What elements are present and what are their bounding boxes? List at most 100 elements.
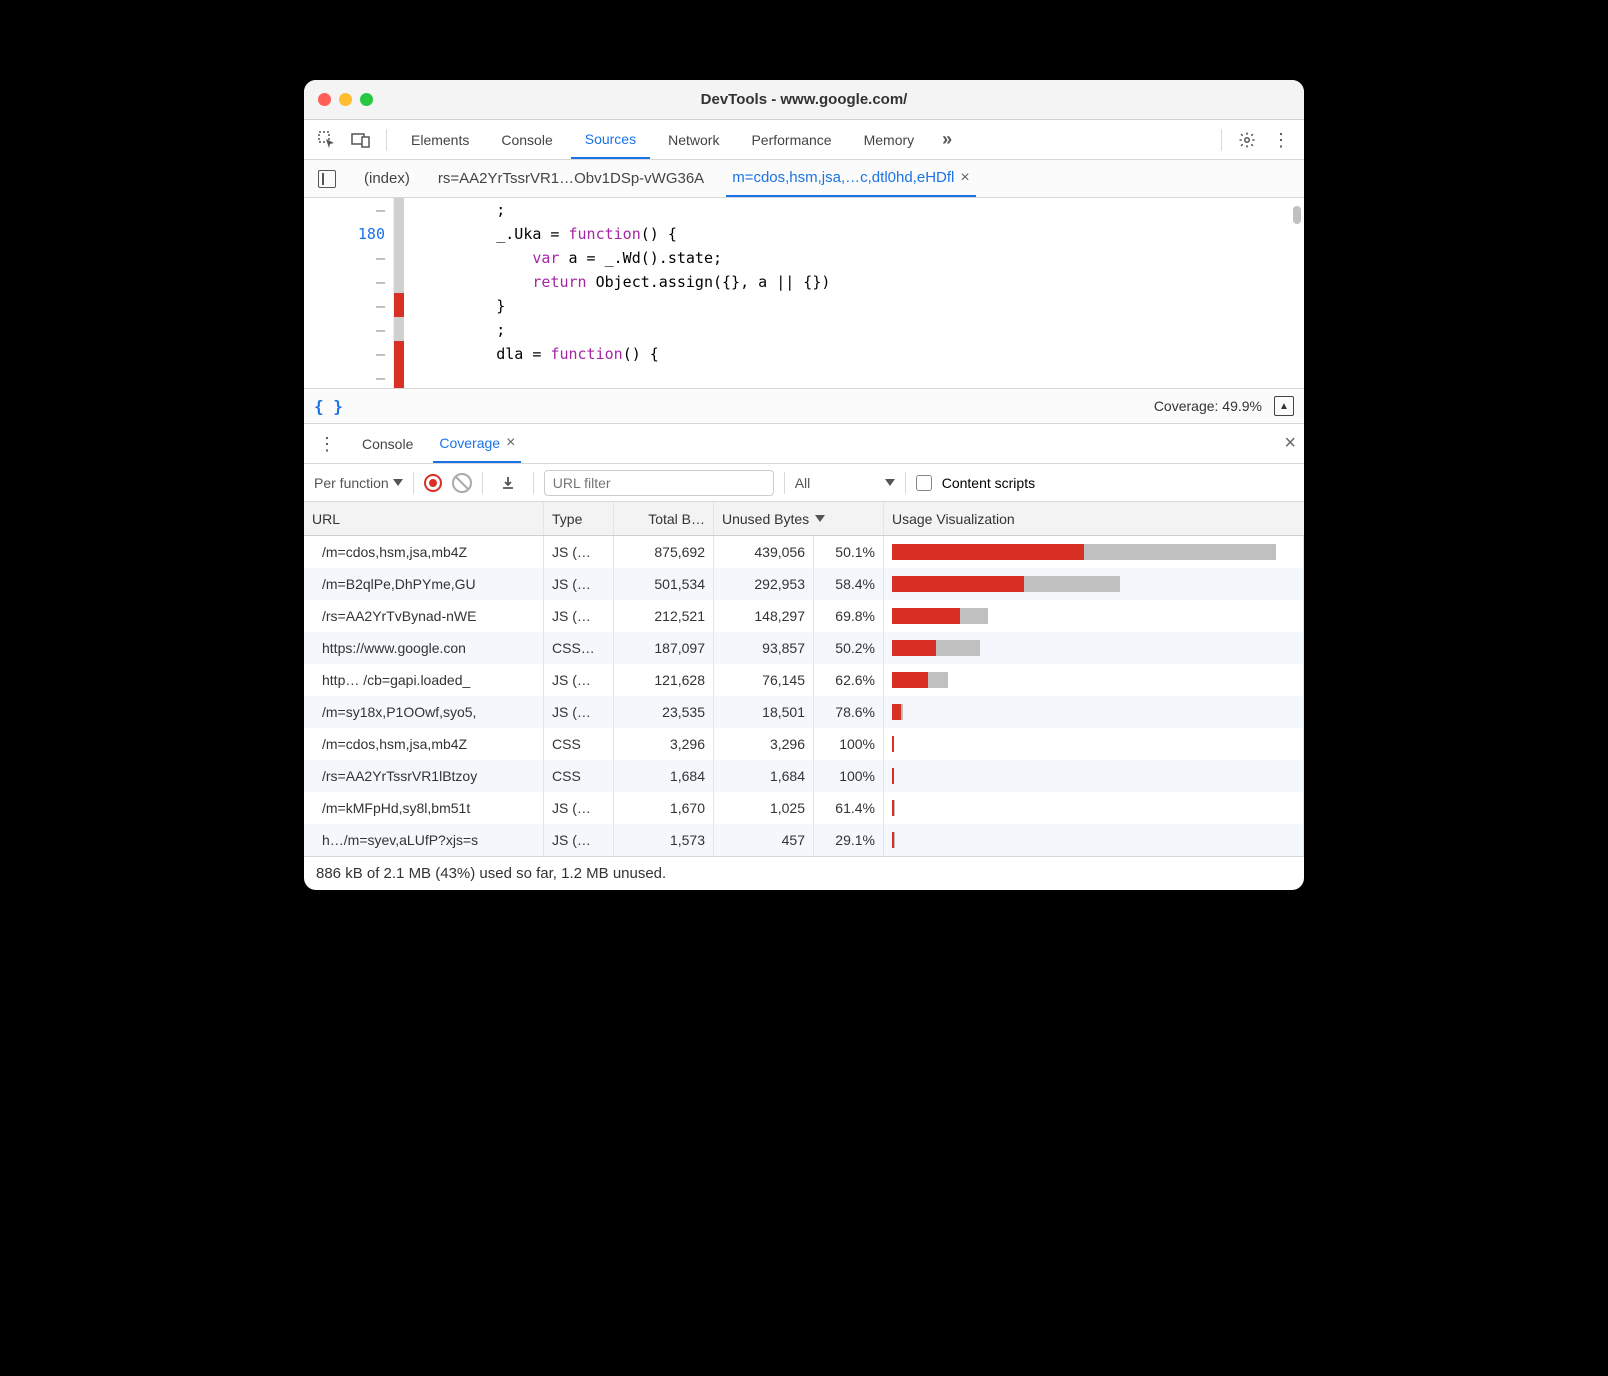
cell-unused: 292,953	[714, 568, 814, 600]
content-scripts-checkbox[interactable]	[916, 475, 932, 491]
th-total[interactable]: Total B…	[614, 502, 714, 535]
th-viz[interactable]: Usage Visualization	[884, 502, 1304, 535]
tab-memory[interactable]: Memory	[850, 120, 929, 159]
cell-viz	[884, 664, 1304, 696]
export-icon[interactable]	[496, 471, 520, 495]
cell-total: 1,670	[614, 792, 714, 824]
settings-gear-icon[interactable]	[1235, 128, 1259, 152]
cell-url: /m=sy18x,P1OOwf,syo5,	[304, 696, 544, 728]
close-window-icon[interactable]	[318, 93, 331, 106]
collapse-bottom-icon[interactable]: ▲	[1274, 396, 1294, 416]
table-row[interactable]: /m=cdos,hsm,jsa,mb4Z JS (… 875,692 439,0…	[304, 536, 1304, 568]
inspect-element-icon[interactable]	[315, 128, 339, 152]
close-drawer-tab-icon[interactable]: ×	[506, 434, 515, 452]
tab-network[interactable]: Network	[654, 120, 733, 159]
table-row[interactable]: https://www.google.con CSS… 187,097 93,8…	[304, 632, 1304, 664]
maximize-window-icon[interactable]	[360, 93, 373, 106]
record-icon[interactable]	[424, 474, 442, 492]
cell-unused: 148,297	[714, 600, 814, 632]
cell-total: 121,628	[614, 664, 714, 696]
th-url[interactable]: URL	[304, 502, 544, 535]
editor-status-bar: { } Coverage: 49.9% ▲	[304, 388, 1304, 424]
table-row[interactable]: /m=kMFpHd,sy8l,bm51t JS (… 1,670 1,025 6…	[304, 792, 1304, 824]
cell-url: https://www.google.con	[304, 632, 544, 664]
chevron-down-icon	[393, 479, 403, 486]
tab-elements[interactable]: Elements	[397, 120, 483, 159]
cell-total: 212,521	[614, 600, 714, 632]
pretty-print-icon[interactable]: { }	[314, 397, 343, 416]
drawer-tab-bar: ⋮ Console Coverage × ×	[304, 424, 1304, 464]
coverage-toolbar: Per function All Content scripts	[304, 464, 1304, 502]
table-row[interactable]: /m=cdos,hsm,jsa,mb4Z CSS 3,296 3,296 100…	[304, 728, 1304, 760]
cell-url: /m=kMFpHd,sy8l,bm51t	[304, 792, 544, 824]
cell-unused: 18,501	[714, 696, 814, 728]
cell-viz	[884, 728, 1304, 760]
cell-type: JS (…	[544, 536, 614, 568]
tab-performance[interactable]: Performance	[737, 120, 845, 159]
coverage-table-header: URL Type Total B… Unused Bytes Usage Vis…	[304, 502, 1304, 536]
cell-pct: 61.4%	[814, 792, 884, 824]
table-row[interactable]: h…/m=syev,aLUfP?xjs=s JS (… 1,573 457 29…	[304, 824, 1304, 856]
cell-url: /m=B2qlPe,DhPYme,GU	[304, 568, 544, 600]
cell-pct: 100%	[814, 728, 884, 760]
minimize-window-icon[interactable]	[339, 93, 352, 106]
scrollbar-thumb[interactable]	[1293, 206, 1301, 224]
url-filter-input[interactable]	[544, 470, 774, 496]
cell-total: 1,684	[614, 760, 714, 792]
more-tabs-icon[interactable]: »	[935, 128, 959, 152]
toggle-navigator-icon[interactable]	[315, 167, 339, 191]
th-unused[interactable]: Unused Bytes	[714, 502, 884, 535]
th-type[interactable]: Type	[544, 502, 614, 535]
more-options-icon[interactable]: ⋮	[1269, 128, 1293, 152]
type-filter-dropdown[interactable]: All	[795, 475, 895, 491]
table-row[interactable]: http… /cb=gapi.loaded_ JS (… 121,628 76,…	[304, 664, 1304, 696]
editor-tab-rs[interactable]: rs=AA2YrTssrVR1…Obv1DSp-vWG36A	[432, 160, 710, 197]
cell-total: 187,097	[614, 632, 714, 664]
cell-viz	[884, 824, 1304, 856]
cell-viz	[884, 696, 1304, 728]
table-row[interactable]: /rs=AA2YrTvBynad-nWE JS (… 212,521 148,2…	[304, 600, 1304, 632]
cell-viz	[884, 536, 1304, 568]
device-toolbar-icon[interactable]	[349, 128, 373, 152]
editor-tab-label: rs=AA2YrTssrVR1…Obv1DSp-vWG36A	[438, 170, 704, 187]
close-tab-icon[interactable]: ×	[960, 169, 969, 187]
cell-viz	[884, 632, 1304, 664]
cell-type: JS (…	[544, 664, 614, 696]
cell-type: JS (…	[544, 824, 614, 856]
cell-unused: 439,056	[714, 536, 814, 568]
code-content[interactable]: ; _.Uka = function() { var a = _.Wd().st…	[404, 198, 1304, 388]
cell-type: CSS…	[544, 632, 614, 664]
cell-total: 3,296	[614, 728, 714, 760]
drawer-more-icon[interactable]: ⋮	[315, 432, 339, 456]
close-drawer-icon[interactable]: ×	[1284, 432, 1296, 455]
cell-unused: 1,025	[714, 792, 814, 824]
table-row[interactable]: /m=B2qlPe,DhPYme,GU JS (… 501,534 292,95…	[304, 568, 1304, 600]
coverage-gutter	[394, 198, 404, 388]
cell-total: 1,573	[614, 824, 714, 856]
table-row[interactable]: /m=sy18x,P1OOwf,syo5, JS (… 23,535 18,50…	[304, 696, 1304, 728]
editor-tab-index[interactable]: (index)	[358, 160, 416, 197]
coverage-table-body: /m=cdos,hsm,jsa,mb4Z JS (… 875,692 439,0…	[304, 536, 1304, 856]
main-toolbar: Elements Console Sources Network Perform…	[304, 120, 1304, 160]
cell-pct: 62.6%	[814, 664, 884, 696]
editor-tab-m[interactable]: m=cdos,hsm,jsa,…c,dtl0hd,eHDfl ×	[726, 160, 976, 197]
drawer-tab-coverage[interactable]: Coverage ×	[433, 424, 521, 463]
tab-sources[interactable]: Sources	[571, 120, 650, 159]
line-number-gutter: – 180 – – – – – –	[304, 198, 394, 388]
window-title: DevTools - www.google.com/	[304, 91, 1304, 108]
tab-console[interactable]: Console	[487, 120, 566, 159]
coverage-mode-dropdown[interactable]: Per function	[314, 475, 403, 491]
cell-type: JS (…	[544, 696, 614, 728]
coverage-status: Coverage: 49.9%	[1154, 398, 1262, 414]
cell-pct: 50.1%	[814, 536, 884, 568]
cell-pct: 50.2%	[814, 632, 884, 664]
source-editor[interactable]: – 180 – – – – – – ; _.Uka = function() {	[304, 198, 1304, 388]
table-row[interactable]: /rs=AA2YrTssrVR1lBtzoy CSS 1,684 1,684 1…	[304, 760, 1304, 792]
editor-tab-bar: (index) rs=AA2YrTssrVR1…Obv1DSp-vWG36A m…	[304, 160, 1304, 198]
traffic-lights	[304, 93, 373, 106]
cell-pct: 69.8%	[814, 600, 884, 632]
cell-url: /rs=AA2YrTvBynad-nWE	[304, 600, 544, 632]
cell-total: 23,535	[614, 696, 714, 728]
clear-icon[interactable]	[452, 473, 472, 493]
drawer-tab-console[interactable]: Console	[356, 424, 419, 463]
